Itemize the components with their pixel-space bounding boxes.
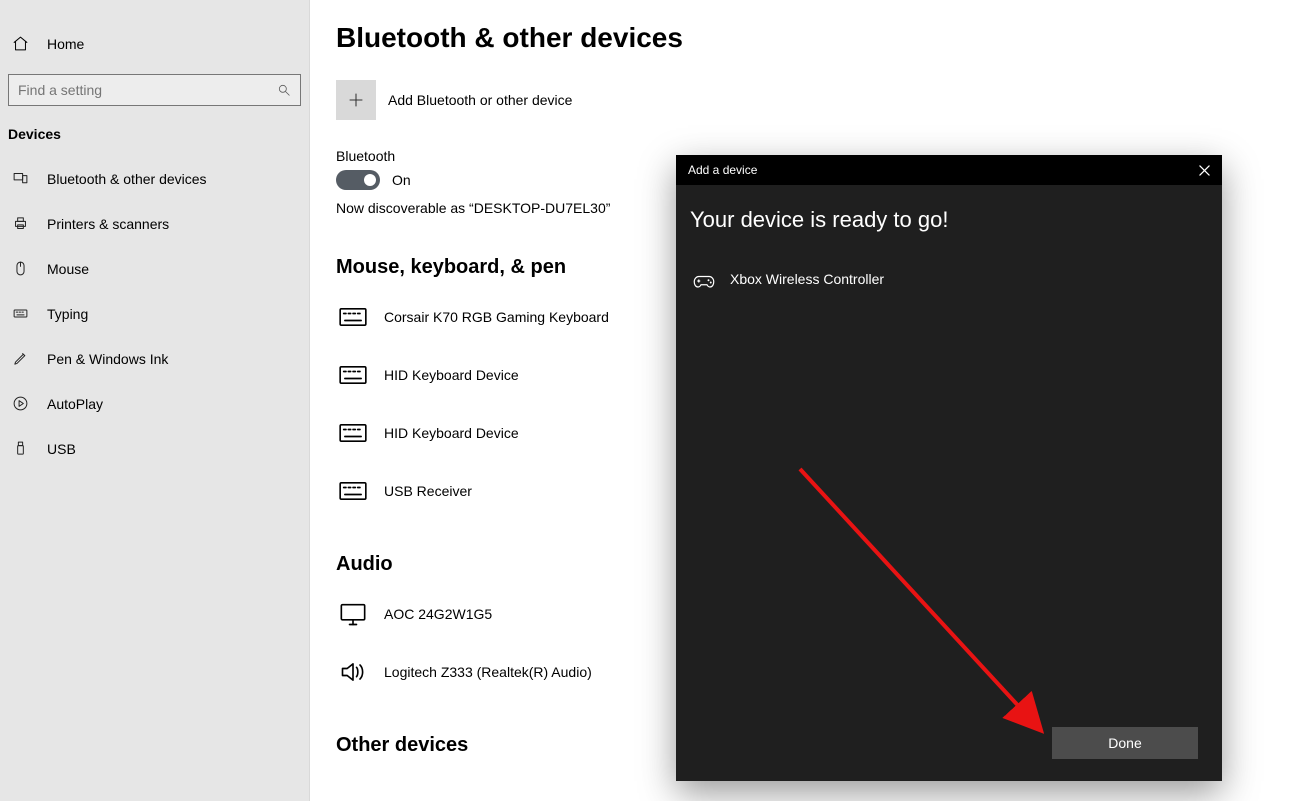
add-device-label: Add Bluetooth or other device — [388, 92, 572, 108]
bluetooth-toggle-state: On — [392, 172, 411, 188]
sidebar-item-typing[interactable]: Typing — [0, 291, 309, 336]
keyboard-icon — [336, 358, 370, 392]
sidebar: Home Devices Bluetooth & other devices P… — [0, 0, 310, 801]
game-controller-icon — [692, 269, 716, 293]
sidebar-item-pen[interactable]: Pen & Windows Ink — [0, 336, 309, 381]
sidebar-item-mouse[interactable]: Mouse — [0, 246, 309, 291]
keyboard-icon — [336, 416, 370, 450]
dialog-device-name: Xbox Wireless Controller — [730, 271, 884, 287]
bluetooth-toggle[interactable] — [336, 170, 380, 190]
sidebar-item-label: USB — [47, 441, 76, 457]
sidebar-item-label: Mouse — [47, 261, 89, 277]
done-button[interactable]: Done — [1052, 727, 1198, 759]
device-label: AOC 24G2W1G5 — [384, 606, 492, 622]
printer-icon — [12, 215, 29, 232]
sidebar-item-label: Bluetooth & other devices — [47, 171, 207, 187]
devices-icon — [12, 170, 29, 187]
sidebar-item-usb[interactable]: USB — [0, 426, 309, 471]
sidebar-item-label: Printers & scanners — [47, 216, 169, 232]
monitor-icon — [336, 597, 370, 631]
device-label: HID Keyboard Device — [384, 425, 519, 441]
sidebar-item-label: Typing — [47, 306, 88, 322]
page-title: Bluetooth & other devices — [336, 22, 1314, 54]
device-label: Logitech Z333 (Realtek(R) Audio) — [384, 664, 592, 680]
dialog-heading: Your device is ready to go! — [690, 207, 1208, 233]
add-device-dialog: Add a device Your device is ready to go!… — [676, 155, 1222, 781]
mouse-icon — [12, 260, 29, 277]
keyboard-icon — [336, 474, 370, 508]
plus-icon — [347, 91, 365, 109]
sidebar-item-autoplay[interactable]: AutoPlay — [0, 381, 309, 426]
sidebar-item-label: AutoPlay — [47, 396, 103, 412]
usb-icon — [12, 440, 29, 457]
speaker-icon — [336, 655, 370, 689]
device-label: Corsair K70 RGB Gaming Keyboard — [384, 309, 609, 325]
add-device-tile[interactable] — [336, 80, 376, 120]
dialog-device-row: Xbox Wireless Controller — [692, 269, 1208, 293]
home-icon — [12, 35, 29, 52]
pen-icon — [12, 350, 29, 367]
keyboard-icon — [12, 305, 29, 322]
dialog-title: Add a device — [688, 163, 757, 177]
device-label: USB Receiver — [384, 483, 472, 499]
sidebar-section-title: Devices — [0, 122, 309, 156]
search-icon — [277, 83, 291, 97]
dialog-body: Your device is ready to go! Xbox Wireles… — [676, 185, 1222, 781]
autoplay-icon — [12, 395, 29, 412]
search-input[interactable] — [8, 74, 301, 106]
sidebar-item-label: Pen & Windows Ink — [47, 351, 168, 367]
home-label: Home — [47, 36, 84, 52]
sidebar-item-bluetooth[interactable]: Bluetooth & other devices — [0, 156, 309, 201]
add-device-row[interactable]: Add Bluetooth or other device — [336, 80, 1314, 120]
sidebar-item-printers[interactable]: Printers & scanners — [0, 201, 309, 246]
device-label: HID Keyboard Device — [384, 367, 519, 383]
search-container — [8, 74, 301, 106]
dialog-titlebar: Add a device — [676, 155, 1222, 185]
home-nav[interactable]: Home — [0, 25, 309, 62]
keyboard-icon — [336, 300, 370, 334]
close-icon — [1199, 165, 1210, 176]
dialog-close-button[interactable] — [1194, 160, 1214, 180]
